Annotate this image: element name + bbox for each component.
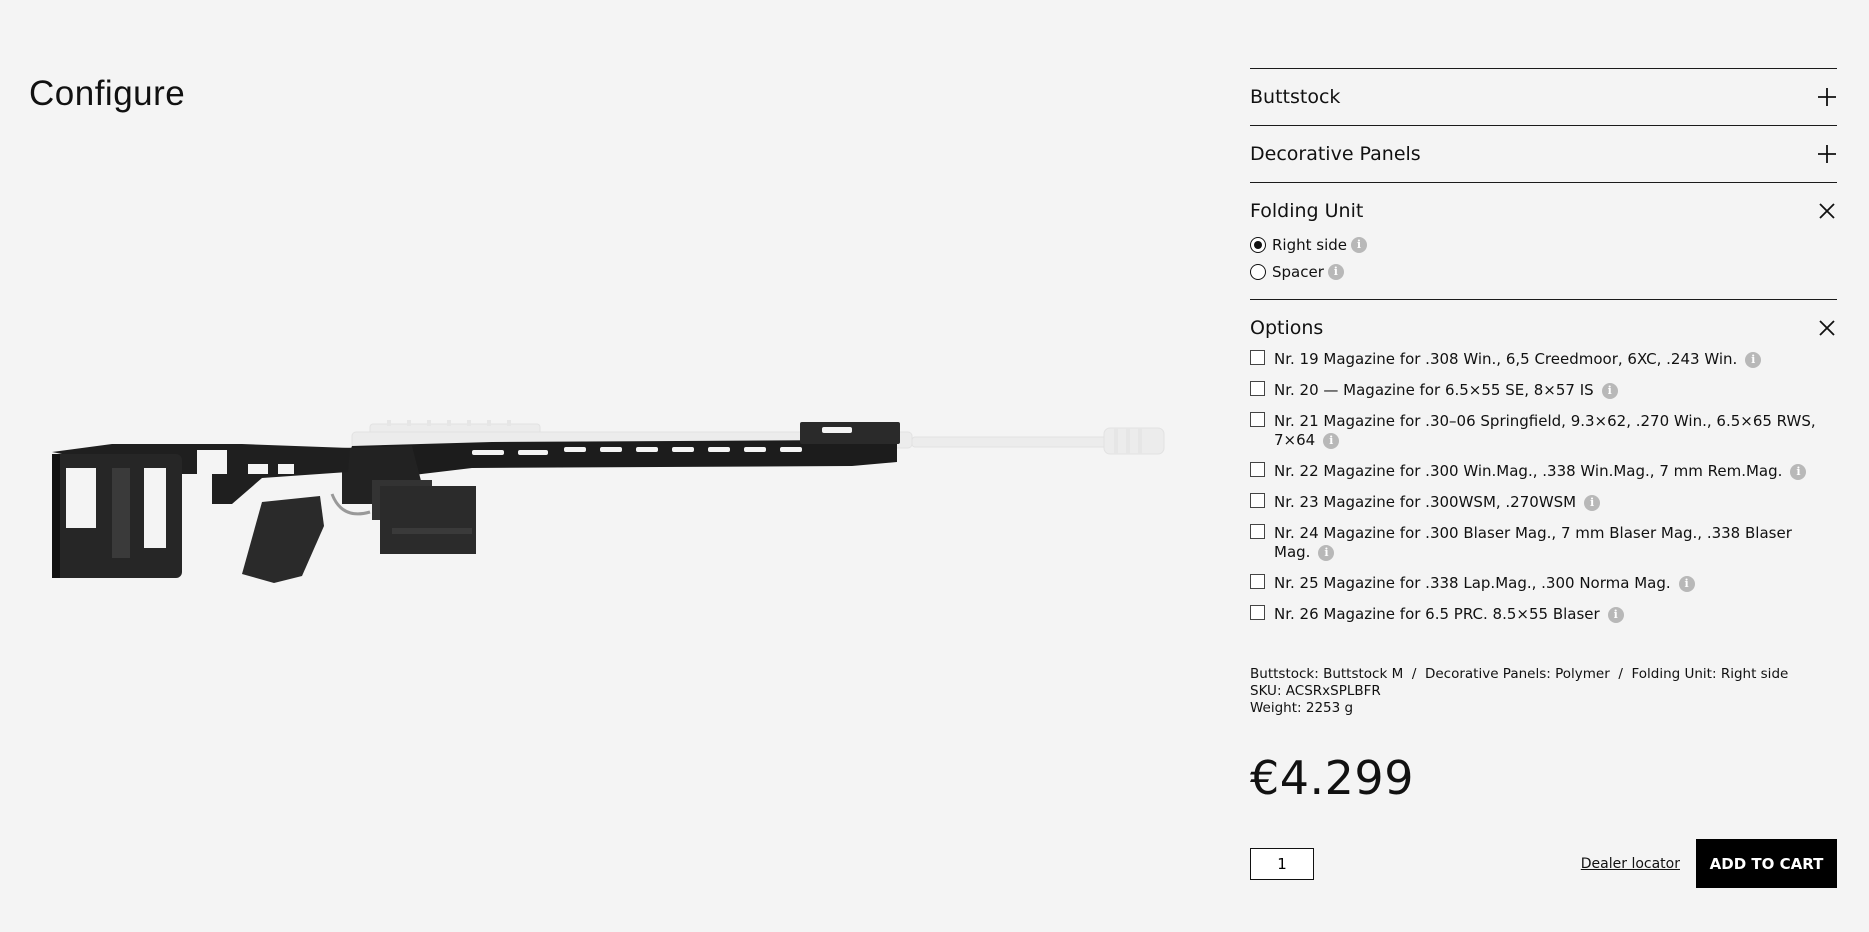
close-icon[interactable] bbox=[1817, 318, 1837, 338]
checkbox[interactable] bbox=[1250, 412, 1265, 427]
checkbox[interactable] bbox=[1250, 462, 1265, 477]
option-label: Nr. 21 Magazine for .30–06 Springfield, … bbox=[1274, 412, 1816, 449]
plus-icon[interactable] bbox=[1817, 87, 1837, 107]
info-icon[interactable]: i bbox=[1745, 351, 1762, 368]
info-icon[interactable]: i bbox=[1584, 494, 1601, 511]
options-list: Nr. 19 Magazine for .308 Win., 6,5 Creed… bbox=[1250, 350, 1837, 624]
option-nr-21[interactable]: Nr. 21 Magazine for .30–06 Springfield, … bbox=[1250, 412, 1837, 450]
quantity-input[interactable] bbox=[1250, 847, 1314, 880]
section-folding-unit: Folding Unit Right side i Spacer i bbox=[1250, 182, 1837, 299]
close-icon[interactable] bbox=[1817, 201, 1837, 221]
option-label: Nr. 20 — Magazine for 6.5×55 SE, 8×57 IS bbox=[1274, 381, 1594, 399]
section-decorative-panels: Decorative Panels bbox=[1250, 125, 1837, 182]
buy-row: Dealer locator ADD TO CART bbox=[1250, 839, 1837, 888]
info-icon[interactable]: i bbox=[1601, 382, 1618, 399]
radio-spacer[interactable]: Spacer i bbox=[1250, 258, 1837, 285]
dealer-locator-link[interactable]: Dealer locator bbox=[1581, 856, 1680, 872]
checkbox[interactable] bbox=[1250, 350, 1265, 365]
add-to-cart-button[interactable]: ADD TO CART bbox=[1696, 839, 1837, 888]
section-decorative-panels-header[interactable]: Decorative Panels bbox=[1250, 126, 1837, 182]
checkbox[interactable] bbox=[1250, 493, 1265, 508]
option-nr-24[interactable]: Nr. 24 Magazine for .300 Blaser Mag., 7 … bbox=[1250, 524, 1837, 562]
section-title: Decorative Panels bbox=[1250, 143, 1421, 165]
info-icon[interactable]: i bbox=[1678, 575, 1695, 592]
option-nr-22[interactable]: Nr. 22 Magazine for .300 Win.Mag., .338 … bbox=[1250, 462, 1837, 481]
summary-sku: SKU: ACSRxSPLBFR bbox=[1250, 683, 1381, 699]
checkbox[interactable] bbox=[1250, 524, 1265, 539]
info-icon[interactable]: i bbox=[1607, 606, 1624, 623]
checkbox[interactable] bbox=[1250, 574, 1265, 589]
configuration-summary: Buttstock: Buttstock M / Decorative Pane… bbox=[1250, 666, 1837, 717]
option-nr-25[interactable]: Nr. 25 Magazine for .338 Lap.Mag., .300 … bbox=[1250, 574, 1837, 593]
summary-selection: Buttstock: Buttstock M / Decorative Pane… bbox=[1250, 666, 1789, 682]
option-nr-19[interactable]: Nr. 19 Magazine for .308 Win., 6,5 Creed… bbox=[1250, 350, 1837, 369]
section-title: Options bbox=[1250, 317, 1324, 339]
option-label: Nr. 25 Magazine for .338 Lap.Mag., .300 … bbox=[1274, 574, 1671, 592]
summary-weight: Weight: 2253 g bbox=[1250, 700, 1354, 716]
radio-button[interactable] bbox=[1250, 236, 1266, 253]
info-icon[interactable]: i bbox=[1351, 236, 1367, 253]
option-label: Nr. 24 Magazine for .300 Blaser Mag., 7 … bbox=[1274, 524, 1792, 561]
option-nr-20[interactable]: Nr. 20 — Magazine for 6.5×55 SE, 8×57 IS… bbox=[1250, 381, 1837, 400]
info-icon[interactable]: i bbox=[1323, 432, 1340, 449]
info-icon[interactable]: i bbox=[1318, 544, 1335, 561]
section-title: Folding Unit bbox=[1250, 200, 1364, 222]
option-label: Nr. 19 Magazine for .308 Win., 6,5 Creed… bbox=[1274, 350, 1738, 368]
option-nr-23[interactable]: Nr. 23 Magazine for .300WSM, .270WSM i bbox=[1250, 493, 1837, 512]
section-title: Buttstock bbox=[1250, 86, 1341, 108]
plus-icon[interactable] bbox=[1817, 144, 1837, 164]
radio-label: Right side bbox=[1272, 235, 1347, 254]
option-label: Nr. 23 Magazine for .300WSM, .270WSM bbox=[1274, 493, 1577, 511]
checkbox[interactable] bbox=[1250, 605, 1265, 620]
section-options-header[interactable]: Options bbox=[1250, 300, 1837, 356]
info-icon[interactable]: i bbox=[1327, 263, 1344, 280]
radio-button[interactable] bbox=[1250, 263, 1266, 280]
radio-right-side[interactable]: Right side i bbox=[1250, 231, 1837, 258]
product-image bbox=[52, 420, 1165, 583]
option-nr-26[interactable]: Nr. 26 Magazine for 6.5 PRC. 8.5×55 Blas… bbox=[1250, 605, 1837, 624]
section-buttstock-header[interactable]: Buttstock bbox=[1250, 69, 1837, 125]
option-label: Nr. 26 Magazine for 6.5 PRC. 8.5×55 Blas… bbox=[1274, 605, 1600, 623]
radio-label: Spacer bbox=[1272, 262, 1324, 281]
buy-actions: Dealer locator ADD TO CART bbox=[1581, 839, 1837, 888]
section-options: Options Nr. 19 Magazine for .308 Win., 6… bbox=[1250, 299, 1837, 624]
price: €4.299 bbox=[1250, 751, 1414, 805]
section-folding-unit-body: Right side i Spacer i bbox=[1250, 231, 1837, 299]
section-buttstock: Buttstock bbox=[1250, 68, 1837, 125]
page-title: Configure bbox=[29, 74, 186, 113]
info-icon[interactable]: i bbox=[1790, 463, 1807, 480]
configurator-panel: Buttstock Decorative Panels Folding Unit… bbox=[1250, 68, 1837, 888]
option-label: Nr. 22 Magazine for .300 Win.Mag., .338 … bbox=[1274, 462, 1783, 480]
checkbox[interactable] bbox=[1250, 381, 1265, 396]
